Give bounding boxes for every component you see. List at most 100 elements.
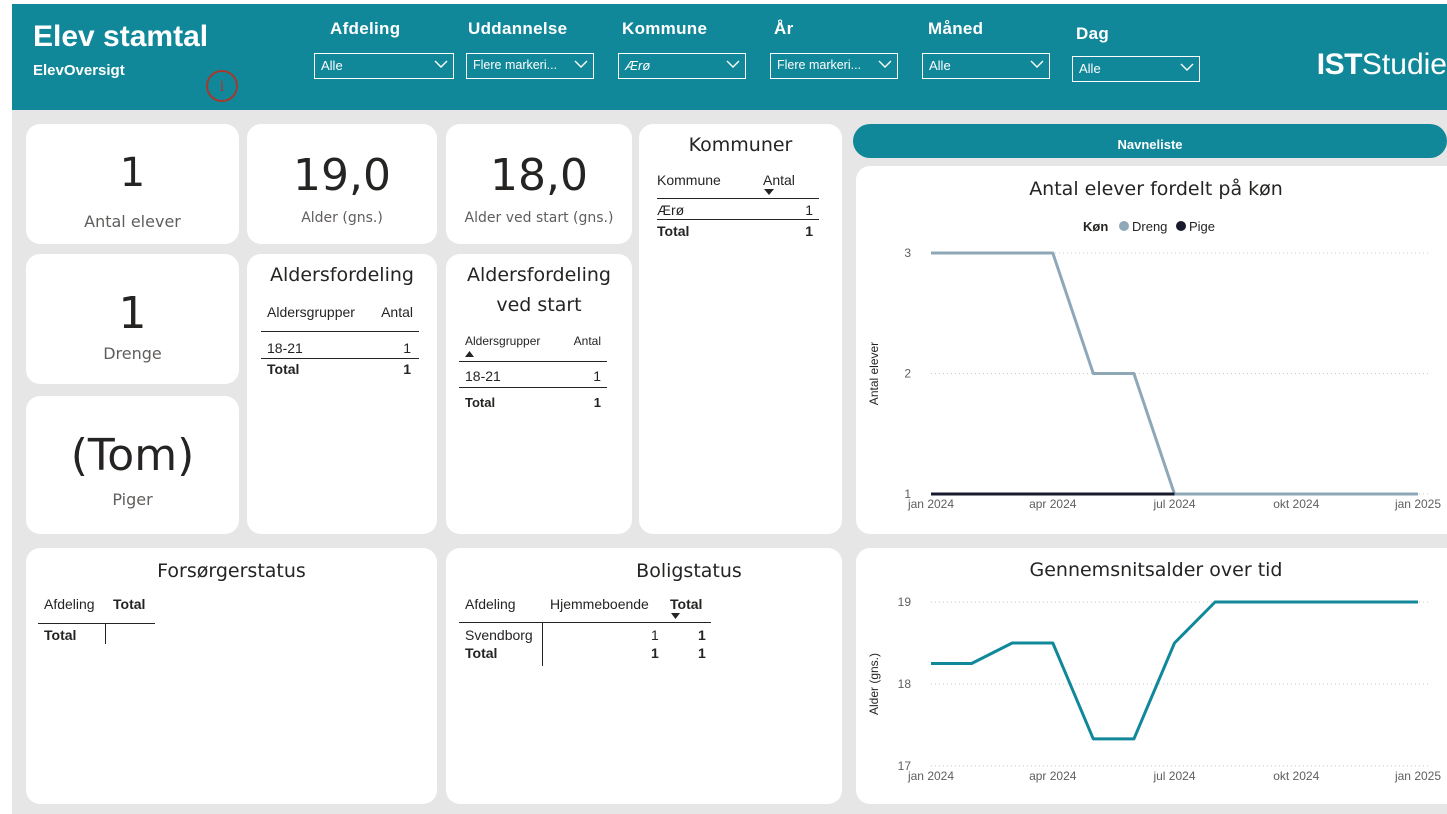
kpi-value: 18,0 — [490, 150, 588, 201]
kommuner-title: Kommuner — [688, 134, 793, 156]
kpi-label: Drenge — [103, 344, 162, 363]
x-tick-label: jul 2024 — [1152, 497, 1195, 511]
table-header-antal[interactable]: Antal — [381, 304, 413, 320]
table-cell: 1 — [593, 368, 601, 384]
table-header-antal[interactable]: Antal — [574, 334, 601, 348]
legend-marker — [1119, 221, 1129, 231]
kpi-label: Alder ved start (gns.) — [464, 210, 614, 226]
forsorgerstatus-table: Afdeling Total Total — [38, 596, 158, 666]
slicer-maaned-value: Alle — [929, 58, 951, 73]
divider — [38, 623, 155, 624]
x-tick-label: jan 2024 — [907, 497, 954, 511]
ist-studie-logo: ISTStudie — [1316, 48, 1447, 81]
boligstatus-card: Boligstatus Afdeling Hjemmeboende Total … — [446, 548, 842, 804]
sort-desc-icon — [764, 189, 774, 195]
table-total-value: 1 — [698, 645, 706, 661]
table-header-aldersgrupper[interactable]: Aldersgrupper — [267, 304, 355, 320]
table-header-total[interactable]: Total — [670, 596, 702, 612]
boligstatus-table: Afdeling Hjemmeboende Total Svendborg 1 … — [459, 596, 719, 676]
table-header-aldersgrupper[interactable]: Aldersgrupper — [465, 334, 540, 348]
table-cell: 18-21 — [267, 340, 303, 356]
x-tick-label: apr 2024 — [1029, 497, 1077, 511]
kpi-value: 1 — [119, 150, 146, 196]
table-header-total[interactable]: Total — [113, 596, 145, 612]
aldersfordeling-card: Aldersfordeling Aldersgrupper Antal 18-2… — [247, 254, 437, 534]
kpi-card-antal-elever: 1 Antal elever — [26, 124, 239, 244]
table-total-label: Total — [44, 627, 77, 643]
sort-asc-icon — [465, 351, 474, 357]
forsorgerstatus-title: Forsørgerstatus — [157, 560, 306, 582]
table-cell: 1 — [805, 202, 813, 218]
y-tick-label: 3 — [904, 246, 911, 260]
slicer-aar-value: Flere markeri... — [777, 58, 862, 72]
kpi-card-alder-start: 18,0 Alder ved start (gns.) — [446, 124, 632, 244]
chevron-down-icon — [434, 60, 448, 68]
divider — [459, 622, 711, 623]
table-header-antal[interactable]: Antal — [763, 172, 795, 188]
table-total-label: Total — [657, 223, 690, 239]
aldersfordeling-start-card: Aldersfordeling ved start Aldersgrupper … — [446, 254, 632, 534]
table-total-value: 1 — [593, 395, 601, 410]
table-total-label: Total — [267, 361, 300, 377]
chart-legend: Køn Dreng Pige — [1083, 219, 1215, 234]
chart-title: Antal elever fordelt på køn — [1029, 177, 1283, 200]
aldersfordeling-title: Aldersfordeling — [270, 264, 414, 286]
slicer-kommune-dropdown[interactable]: Ærø — [618, 53, 746, 79]
slicer-label-kommune: Kommune — [622, 19, 708, 38]
slicer-uddannelse-value: Flere markeri... — [473, 58, 558, 72]
slicer-dag-dropdown[interactable]: Alle — [1072, 56, 1200, 82]
table-total-value: 1 — [651, 645, 659, 661]
table-cell: 1 — [698, 627, 706, 643]
series-line-dreng — [931, 251, 1418, 496]
slicer-label-maaned: Måned — [928, 19, 984, 38]
chevron-down-icon — [878, 60, 892, 68]
slicer-label-dag: Dag — [1076, 24, 1110, 43]
slicer-kommune-value: Ærø — [625, 58, 651, 73]
y-axis-label: Alder (gns.) — [867, 653, 881, 715]
slicer-label-afdeling: Afdeling — [330, 19, 401, 38]
slicer-label-aar: År — [774, 19, 794, 38]
page-subtitle: ElevOversigt — [33, 62, 125, 79]
slicer-maaned-dropdown[interactable]: Alle — [922, 53, 1050, 79]
aldersfordeling-start-table: Aldersgrupper Antal 18-21 1 Total 1 — [459, 334, 607, 414]
gender-line-chart: Antal elever fordelt på køn Køn Dreng Pige A… — [867, 177, 1441, 511]
x-tick-label: apr 2024 — [1029, 769, 1077, 783]
table-header-afdeling[interactable]: Afdeling — [465, 596, 516, 612]
divider — [657, 198, 819, 199]
kpi-value: (Tom) — [70, 430, 195, 481]
table-header-hjemmeboende[interactable]: Hjemmeboende — [550, 596, 649, 612]
y-tick-label: 2 — [904, 367, 911, 381]
sort-desc-icon — [671, 613, 680, 619]
chevron-down-icon — [1030, 60, 1044, 68]
kpi-label: Antal elever — [84, 212, 181, 231]
chart-card-alder: Gennemsnitsalder over tid Alder (gns.) 17 1… — [856, 548, 1447, 804]
legend-label: Dreng — [1132, 219, 1167, 234]
kommuner-table: Kommune Antal Ærø 1 Total 1 — [657, 172, 819, 252]
navneliste-button[interactable]: Navneliste — [853, 124, 1447, 158]
table-total-label: Total — [465, 395, 496, 410]
page-title: Elev stamtal — [33, 20, 209, 53]
table-header-kommune[interactable]: Kommune — [657, 172, 721, 188]
x-tick-label: okt 2024 — [1273, 497, 1319, 511]
legend-marker — [1176, 221, 1186, 231]
legend-label: Pige — [1189, 219, 1215, 234]
chevron-down-icon — [1180, 63, 1194, 71]
table-cell: Ærø — [657, 202, 685, 218]
x-tick-label: jul 2024 — [1152, 769, 1195, 783]
table-cell: 1 — [403, 340, 411, 356]
aldersfordeling-start-title: Aldersfordeling — [467, 264, 611, 286]
age-line-chart: Gennemsnitsalder over tidAlder (gns.)171… — [867, 559, 1441, 783]
divider — [261, 358, 419, 359]
divider — [657, 219, 819, 220]
y-axis-label: Antal elever — [867, 342, 881, 405]
info-icon[interactable]: i — [206, 70, 238, 102]
slicer-afdeling-value: Alle — [321, 58, 343, 73]
slicer-uddannelse-dropdown[interactable]: Flere markeri... — [466, 53, 594, 79]
table-header-afdeling[interactable]: Afdeling — [44, 596, 95, 612]
table-total-value: 1 — [805, 223, 813, 239]
kpi-card-drenge: 1 Drenge — [26, 254, 239, 384]
slicer-label-uddannelse: Uddannelse — [468, 19, 568, 38]
slicer-afdeling-dropdown[interactable]: Alle — [314, 53, 454, 79]
slicer-aar-dropdown[interactable]: Flere markeri... — [770, 53, 898, 79]
aldersfordeling-start-title-line2: ved start — [496, 294, 582, 316]
